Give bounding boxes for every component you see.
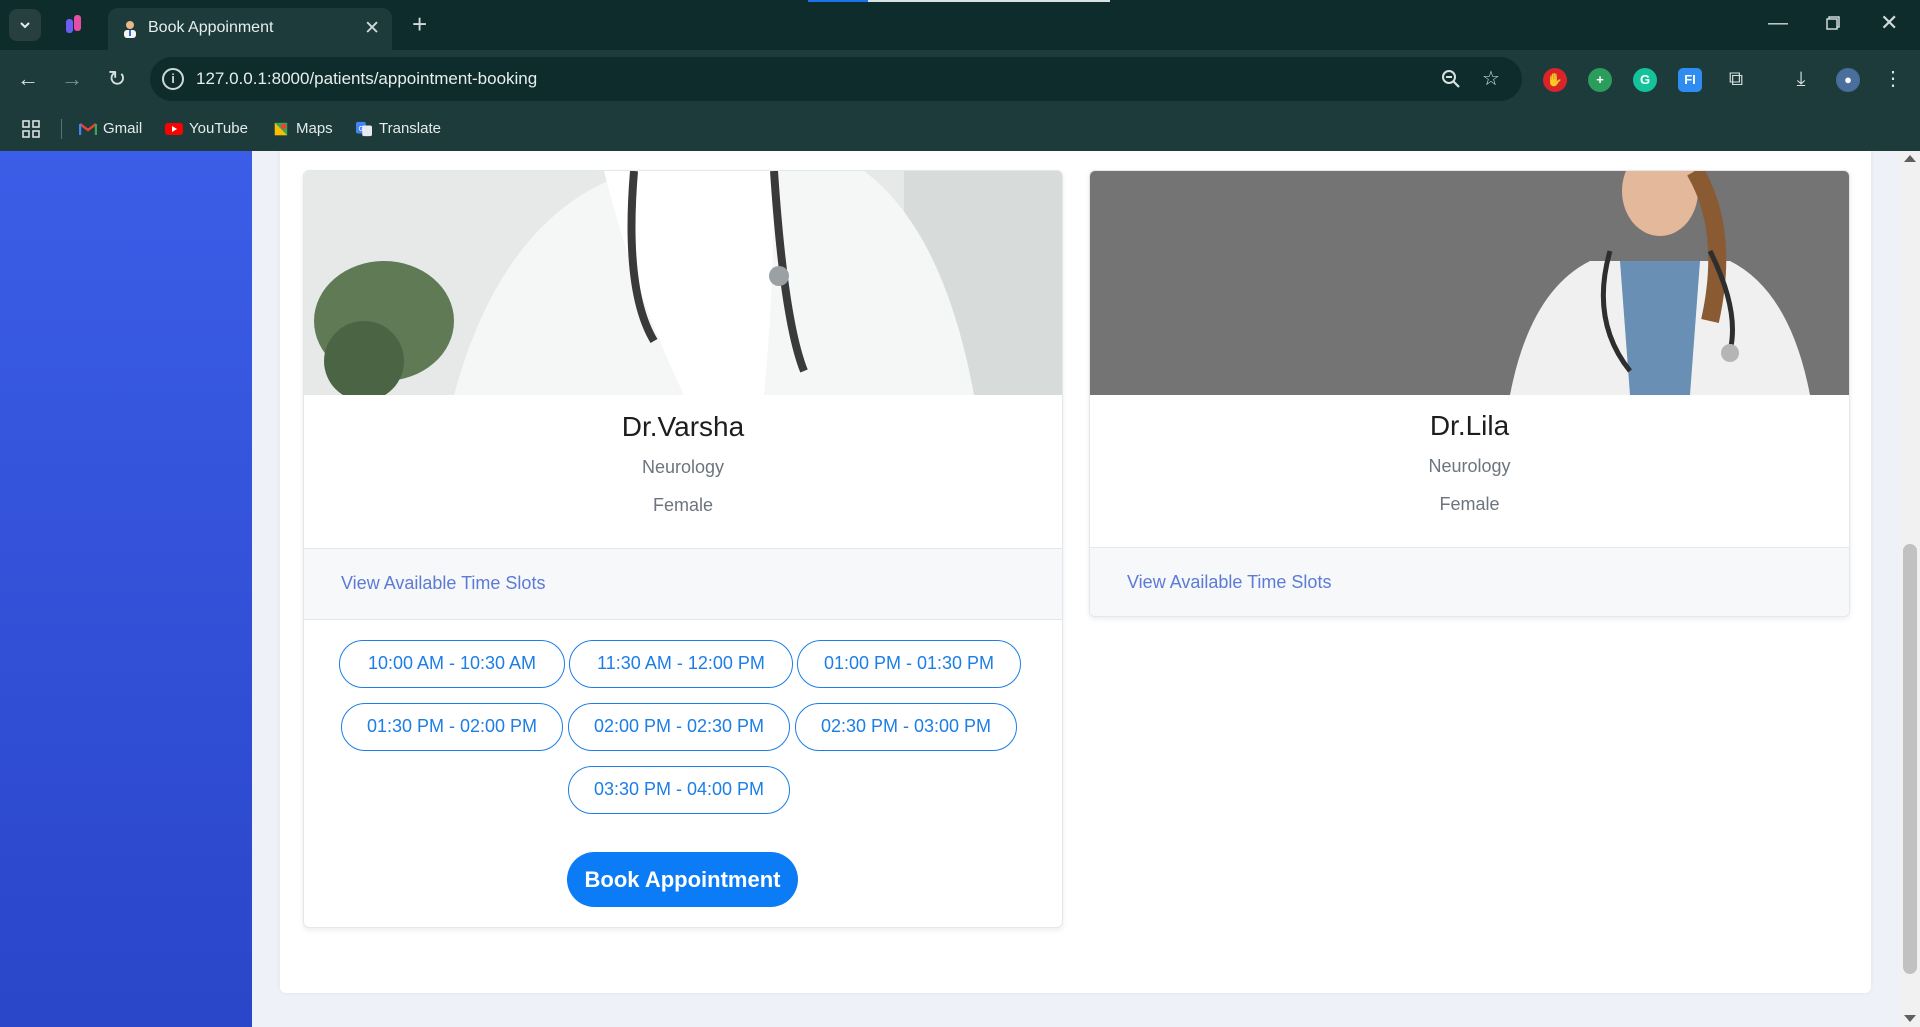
doctor-photo	[1090, 171, 1849, 395]
translate-icon: G	[356, 121, 372, 136]
bookmark-label: YouTube	[189, 120, 248, 137]
time-slot-button[interactable]: 02:00 PM - 02:30 PM	[568, 703, 790, 751]
grammarly-extension-icon[interactable]: G	[1633, 68, 1657, 92]
bookmark-label: Maps	[296, 120, 333, 137]
doctor-card: Dr.Varsha Neurology Female View Availabl…	[303, 170, 1063, 928]
bookmark-youtube[interactable]: YouTube	[165, 120, 248, 137]
doctor-name: Dr.Varsha	[621, 411, 745, 442]
address-bar[interactable]: i 127.0.0.1:8000/patients/appointment-bo…	[150, 57, 1522, 101]
close-tab-icon[interactable]: ✕	[364, 17, 380, 40]
doctor-name: Dr.Lila	[1429, 410, 1510, 441]
time-slots-header: View Available Time Slots	[1090, 547, 1849, 616]
time-slot-button[interactable]: 01:00 PM - 01:30 PM	[797, 640, 1021, 688]
page-viewport: Dr.Varsha Neurology Female View Availabl…	[0, 151, 1920, 1027]
doctor-photo	[304, 171, 1062, 395]
back-icon[interactable]: ←	[15, 66, 41, 92]
gmail-icon	[79, 122, 97, 135]
maps-icon	[274, 122, 288, 135]
url-text[interactable]: 127.0.0.1:8000/patients/appointment-book…	[196, 69, 537, 89]
apps-grid-icon[interactable]	[22, 120, 40, 138]
scroll-thumb[interactable]	[1903, 544, 1917, 974]
bookmarks-bar: Gmail YouTube Maps G Translate	[0, 108, 1920, 151]
new-tab-icon[interactable]: +	[412, 10, 427, 38]
doctor-favicon-icon	[124, 21, 136, 38]
youtube-icon	[165, 122, 183, 135]
extension-fi-icon[interactable]: FI	[1678, 68, 1702, 92]
doctor-specialty: Neurology	[1428, 456, 1511, 476]
time-slot-button[interactable]: 01:30 PM - 02:00 PM	[341, 703, 563, 751]
scroll-down-icon[interactable]	[1904, 1015, 1916, 1022]
zoom-icon[interactable]	[1440, 68, 1462, 90]
time-slot-button[interactable]: 11:30 AM - 12:00 PM	[569, 640, 793, 688]
reload-icon[interactable]: ↻	[104, 66, 130, 92]
time-slot-button[interactable]: 03:30 PM - 04:00 PM	[568, 766, 790, 814]
tab-search-button[interactable]	[9, 9, 41, 41]
close-window-icon[interactable]: ✕	[1880, 10, 1898, 36]
doctor-gender: Female	[1439, 494, 1500, 514]
adblock-extension-icon[interactable]: ✋	[1543, 68, 1567, 92]
loading-progress	[808, 0, 868, 2]
view-time-slots-link[interactable]: View Available Time Slots	[341, 573, 545, 594]
menu-kebab-icon[interactable]: ⋮	[1880, 66, 1906, 92]
doctors-panel: Dr.Varsha Neurology Female View Availabl…	[280, 151, 1871, 993]
scroll-up-icon[interactable]	[1904, 155, 1916, 162]
extension-green-icon[interactable]: +	[1588, 68, 1612, 92]
bookmark-gmail[interactable]: Gmail	[79, 120, 142, 137]
bookmark-maps[interactable]: Maps	[272, 120, 333, 137]
restore-icon[interactable]	[1826, 16, 1840, 30]
doctor-gender: Female	[652, 495, 714, 515]
page-scrollbar[interactable]	[1900, 151, 1920, 1027]
profile-avatar[interactable]: ●	[1836, 68, 1860, 92]
forward-icon[interactable]: →	[59, 66, 85, 92]
download-icon[interactable]: ⤓	[1788, 66, 1814, 92]
doctor-card: Dr.Lila Neurology Female View Available …	[1089, 170, 1850, 617]
bookmark-label: Gmail	[103, 120, 143, 137]
time-slots-header: View Available Time Slots	[304, 548, 1062, 620]
browser-toolbar: ← → ↻ i 127.0.0.1:8000/patients/appointm…	[0, 50, 1920, 108]
bookmark-label: Translate	[379, 120, 441, 137]
book-appointment-button[interactable]: Book Appointment	[567, 852, 798, 907]
bookmarks-divider	[61, 119, 62, 139]
time-slot-button[interactable]: 02:30 PM - 03:00 PM	[795, 703, 1017, 751]
site-info-icon[interactable]: i	[162, 68, 184, 90]
app-logo-icon[interactable]	[62, 13, 86, 37]
doctor-specialty: Neurology	[641, 457, 725, 477]
extensions-puzzle-icon[interactable]: ⧉	[1723, 66, 1749, 92]
active-tab[interactable]: Book Appoinment ✕	[108, 8, 392, 50]
svg-text:G: G	[359, 124, 365, 132]
bookmark-star-icon[interactable]: ☆	[1480, 68, 1502, 90]
minimize-icon[interactable]: —	[1768, 12, 1788, 35]
tab-title: Book Appoinment	[148, 19, 274, 36]
view-time-slots-link[interactable]: View Available Time Slots	[1127, 572, 1331, 593]
browser-tab-bar: Book Appoinment ✕ + — ✕	[0, 0, 1920, 50]
bookmark-translate[interactable]: G Translate	[355, 120, 441, 137]
chevron-down-icon	[20, 22, 30, 29]
time-slot-button[interactable]: 10:00 AM - 10:30 AM	[339, 640, 565, 688]
sidebar	[0, 151, 252, 1027]
